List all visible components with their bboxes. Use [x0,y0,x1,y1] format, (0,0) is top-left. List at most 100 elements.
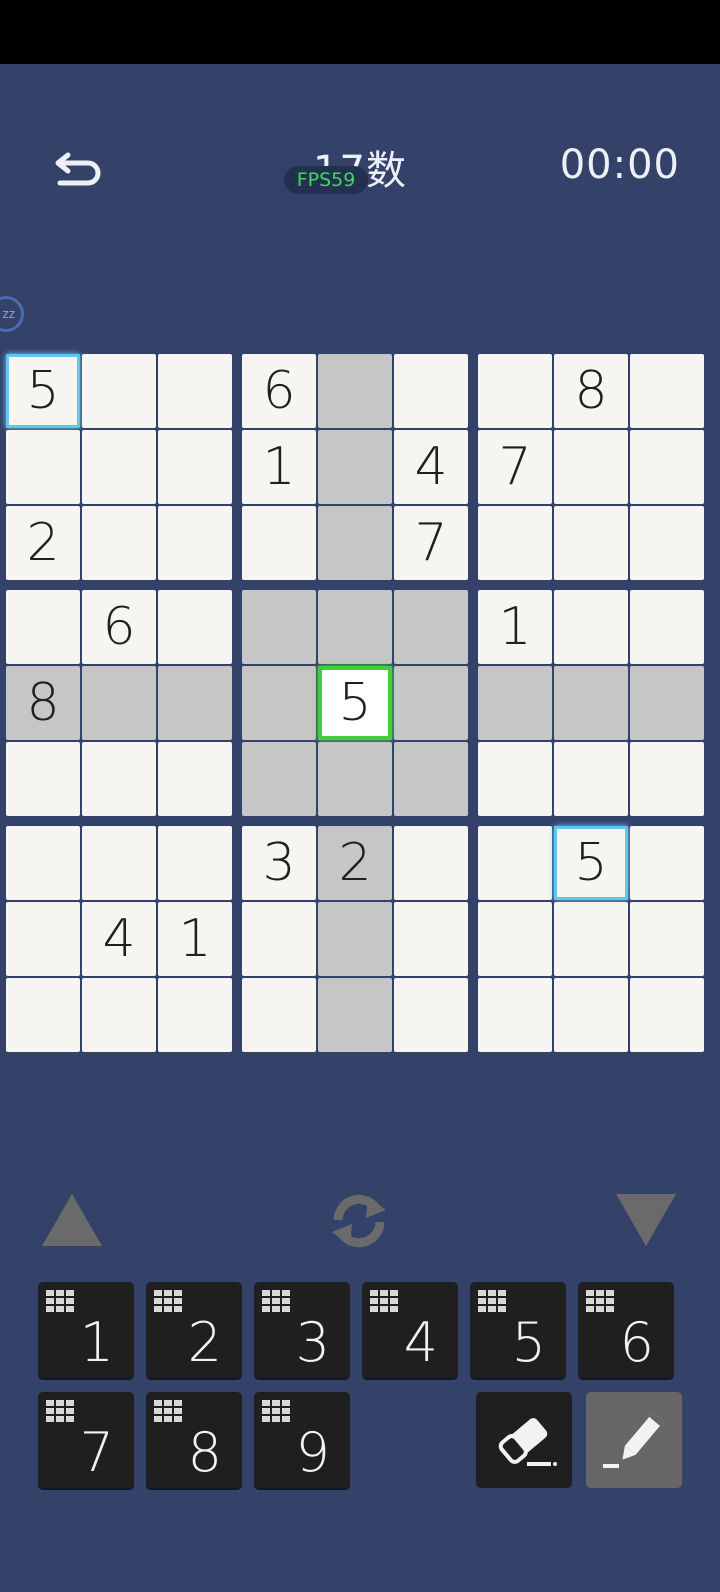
sudoku-cell[interactable]: 8 [6,666,80,740]
sudoku-cell[interactable] [630,354,704,428]
sudoku-cell[interactable] [82,430,156,504]
sudoku-cell[interactable] [630,826,704,900]
sudoku-cell[interactable]: 5 [318,666,392,740]
sudoku-cell[interactable]: 3 [242,826,316,900]
sudoku-cell[interactable] [6,902,80,976]
sudoku-cell[interactable] [318,590,392,664]
sudoku-cell[interactable] [394,354,468,428]
sudoku-cell[interactable] [394,666,468,740]
sudoku-cell[interactable] [82,978,156,1052]
sudoku-cell[interactable] [318,354,392,428]
sudoku-cell[interactable]: 5 [554,826,628,900]
sudoku-cell[interactable]: 5 [6,354,80,428]
sudoku-cell[interactable] [630,430,704,504]
number-button-9[interactable]: 9 [254,1392,350,1488]
sudoku-cell[interactable] [630,590,704,664]
sudoku-cell[interactable]: 6 [82,590,156,664]
sudoku-cell[interactable] [478,902,552,976]
number-button-6[interactable]: 6 [578,1282,674,1378]
triangle-down-icon[interactable] [614,1192,678,1248]
sudoku-cell[interactable] [554,430,628,504]
sudoku-cell[interactable] [318,430,392,504]
sudoku-cell[interactable]: 4 [82,902,156,976]
sudoku-cell[interactable] [318,978,392,1052]
sudoku-cell[interactable] [318,506,392,580]
sudoku-cell[interactable] [158,826,232,900]
sudoku-cell[interactable] [318,902,392,976]
sudoku-cell[interactable] [82,742,156,816]
sudoku-cell[interactable]: 2 [318,826,392,900]
number-button-4[interactable]: 4 [362,1282,458,1378]
eraser-button[interactable] [476,1392,572,1488]
sudoku-cell[interactable] [478,506,552,580]
sudoku-cell[interactable] [554,666,628,740]
number-button-2[interactable]: 2 [146,1282,242,1378]
sudoku-cell[interactable] [478,826,552,900]
sudoku-cell[interactable] [158,430,232,504]
pencil-button[interactable] [586,1392,682,1488]
sudoku-cell[interactable] [242,742,316,816]
mini-grid-icon [478,1290,508,1318]
sudoku-cell[interactable]: 7 [478,430,552,504]
sudoku-cell[interactable]: 7 [394,506,468,580]
sudoku-cell[interactable] [82,666,156,740]
sudoku-cell[interactable] [554,506,628,580]
sudoku-cell[interactable] [478,666,552,740]
number-button-3[interactable]: 3 [254,1282,350,1378]
sudoku-cell[interactable] [630,666,704,740]
sudoku-cell[interactable] [630,506,704,580]
sudoku-cell[interactable]: 6 [242,354,316,428]
sudoku-cell[interactable] [158,506,232,580]
sudoku-cell[interactable] [82,826,156,900]
mini-grid-icon [262,1290,292,1318]
sudoku-cell[interactable] [394,826,468,900]
sudoku-cell[interactable] [554,978,628,1052]
sudoku-cell[interactable] [6,978,80,1052]
sudoku-cell[interactable] [478,742,552,816]
sudoku-cell[interactable] [478,978,552,1052]
sudoku-cell[interactable] [242,666,316,740]
sudoku-cell[interactable] [6,826,80,900]
sudoku-cell[interactable] [394,742,468,816]
sudoku-cell[interactable] [82,354,156,428]
sleep-badge[interactable]: zz [0,296,24,332]
sudoku-cell[interactable] [242,978,316,1052]
sudoku-cell[interactable] [158,742,232,816]
mini-grid-icon [154,1400,184,1428]
sudoku-cell[interactable] [478,354,552,428]
sudoku-cell[interactable] [242,590,316,664]
sudoku-cell[interactable] [158,354,232,428]
sudoku-cell[interactable] [6,430,80,504]
sudoku-cell[interactable] [158,978,232,1052]
sudoku-cell[interactable]: 1 [158,902,232,976]
sudoku-cell[interactable] [554,590,628,664]
sudoku-cell[interactable] [394,902,468,976]
sudoku-cell[interactable] [630,978,704,1052]
sudoku-cell[interactable] [242,902,316,976]
sudoku-cell[interactable] [554,902,628,976]
number-button-7[interactable]: 7 [38,1392,134,1488]
number-button-5[interactable]: 5 [470,1282,566,1378]
sudoku-cell[interactable] [6,742,80,816]
refresh-icon[interactable] [324,1190,394,1252]
sudoku-cell[interactable] [630,742,704,816]
number-button-1[interactable]: 1 [38,1282,134,1378]
sudoku-cell[interactable] [394,978,468,1052]
sudoku-cell[interactable] [630,902,704,976]
sudoku-cell[interactable]: 2 [6,506,80,580]
triangle-up-icon[interactable] [40,1192,104,1248]
number-button-8[interactable]: 8 [146,1392,242,1488]
sudoku-cell[interactable] [158,590,232,664]
sudoku-cell[interactable]: 1 [478,590,552,664]
sudoku-cell[interactable] [554,742,628,816]
sudoku-cell[interactable] [6,590,80,664]
sudoku-cell[interactable] [242,506,316,580]
sudoku-cell[interactable]: 4 [394,430,468,504]
sudoku-cell[interactable] [318,742,392,816]
sudoku-cell[interactable] [82,506,156,580]
sudoku-cell[interactable]: 1 [242,430,316,504]
mini-grid-icon [370,1290,400,1318]
sudoku-cell[interactable] [394,590,468,664]
sudoku-cell[interactable]: 8 [554,354,628,428]
sudoku-cell[interactable] [158,666,232,740]
